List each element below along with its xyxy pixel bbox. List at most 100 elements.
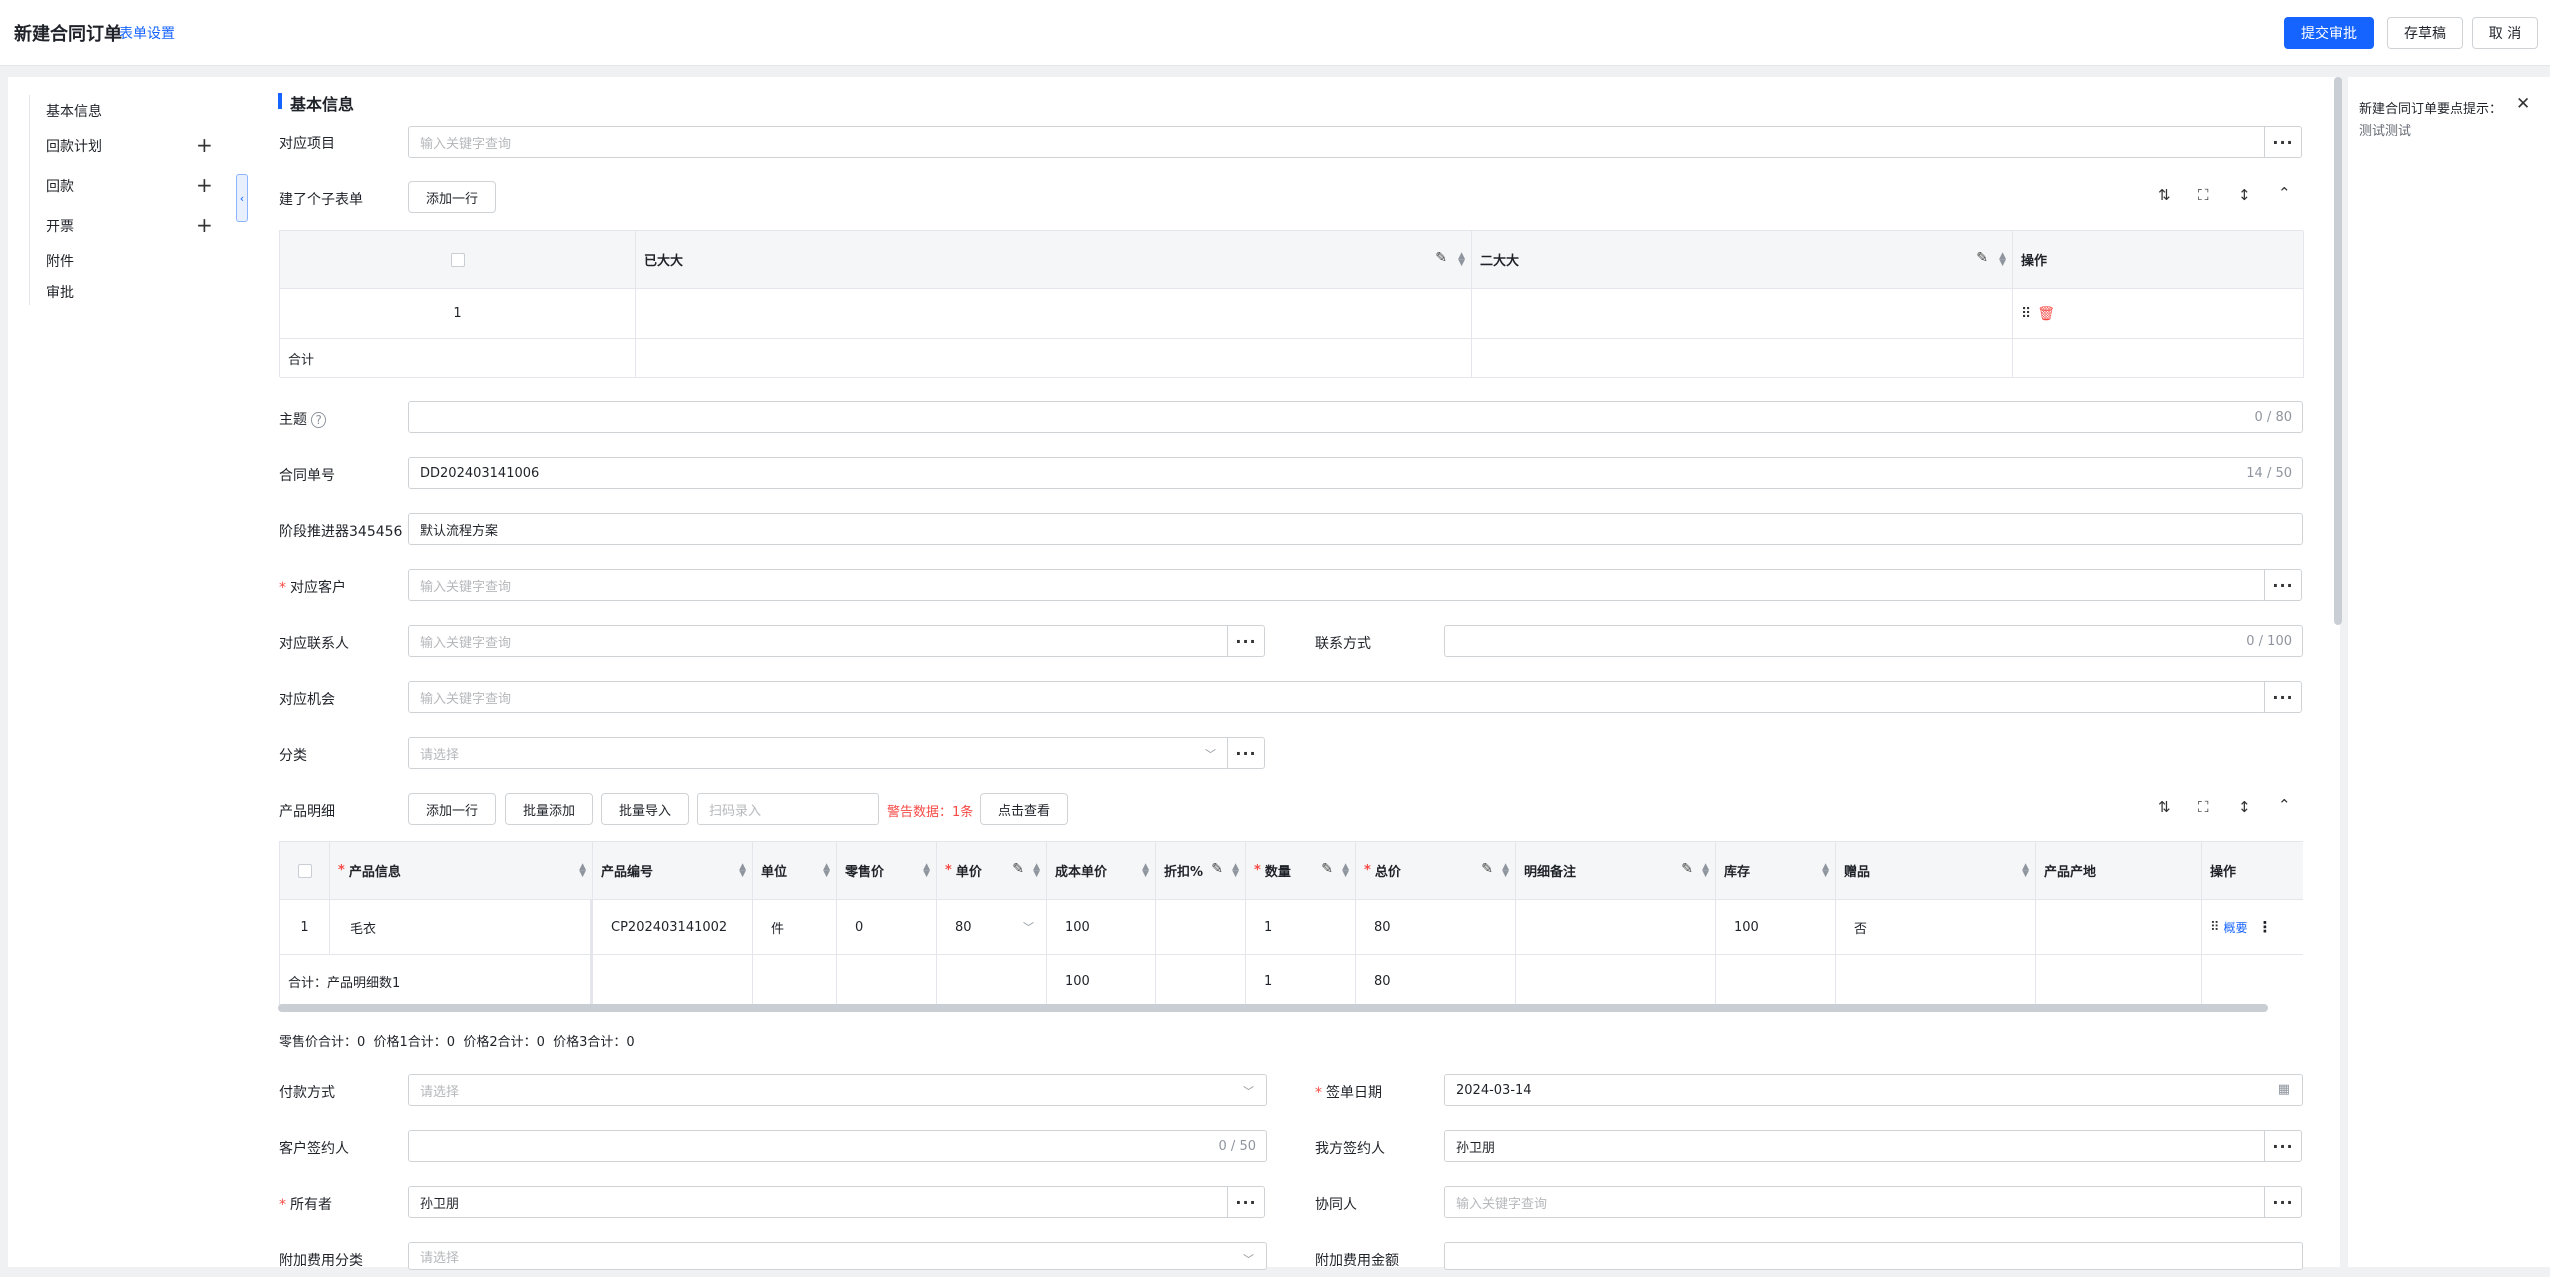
nav-item-invoice[interactable]: 开票 [46,216,74,236]
sort-icon[interactable]: ▲ ▼ [1999,251,2006,267]
edit-icon[interactable]: ✎ [1012,861,1024,877]
customer-input[interactable]: 输入关键字查询 [408,569,2266,601]
sort-icon[interactable]: ▲ ▼ [1142,862,1149,878]
sort-icon[interactable]: ▲ ▼ [739,862,746,878]
owner-input[interactable]: 孙卫朋 [408,1186,1229,1218]
fullscreen-icon[interactable]: ⛶ [2198,186,2209,204]
chevron-up-icon[interactable]: ⌃ [2278,796,2291,814]
nav-item-attachment[interactable]: 附件 [46,251,74,271]
table-cell[interactable] [1472,289,2013,339]
order-no-input[interactable]: DD202403141006 14 / 50 [408,457,2303,489]
row-height-icon[interactable]: ⇅ [2158,798,2171,816]
more-icon[interactable]: ··· [2264,126,2302,158]
fullscreen-icon[interactable]: ⛶ [2198,798,2209,816]
more-icon[interactable]: ··· [2264,569,2302,601]
close-icon[interactable]: ✕ [2516,94,2530,114]
stage-input[interactable]: 默认流程方案 [408,513,2303,545]
help-icon[interactable]: ? [311,412,326,428]
nav-item-approval[interactable]: 审批 [46,282,74,302]
product-name-cell[interactable]: 毛衣 [330,900,593,955]
chevron-up-icon[interactable]: ⌃ [2278,184,2291,202]
more-icon[interactable]: ··· [1227,625,1265,657]
page-title: 新建合同订单 [14,24,122,45]
sort-icon[interactable]: ▲ ▼ [2022,862,2029,878]
extra-fee-category-select[interactable]: 请选择 ﹀ [408,1242,1267,1270]
subject-input[interactable]: 0 / 80 [408,401,2303,433]
tip-body: 测试测试 [2359,124,2412,139]
sort-icon[interactable]: ▲ ▼ [1033,862,1040,878]
discount-cell[interactable] [1156,900,1246,955]
more-icon[interactable]: ··· [1227,737,1265,769]
category-select[interactable]: 请选择 ﹀ [408,737,1229,769]
sort-icon[interactable]: ▲ ▼ [1502,862,1509,878]
delete-icon[interactable]: 🗑 [2037,306,2055,322]
plus-icon[interactable]: + [196,135,213,155]
edit-icon[interactable]: ✎ [1435,250,1447,266]
unit-price-select[interactable]: 80 ﹀ [937,900,1047,955]
select-all-cell[interactable] [280,842,330,900]
collapse-nav-button[interactable]: ‹ [236,174,248,222]
sort-icon[interactable]: ▲ ▼ [1342,862,1349,878]
project-input[interactable]: 输入关键字查询 [408,126,2266,158]
row-height-icon[interactable]: ⇅ [2158,186,2171,204]
sort-icon[interactable]: ▲ ▼ [923,862,930,878]
product-add-row-button[interactable]: 添加一行 [408,793,496,825]
more-icon[interactable]: ··· [2264,1130,2302,1162]
opportunity-input[interactable]: 输入关键字查询 [408,681,2266,713]
drag-handle-icon[interactable]: ⠿ [2021,306,2031,322]
sort-icon[interactable]: ▲ ▼ [823,862,830,878]
contact-input[interactable]: 输入关键字查询 [408,625,1229,657]
form-settings-link[interactable]: 表单设置 [119,23,175,43]
sort-icon[interactable]: ▲ ▼ [1232,862,1239,878]
extra-fee-amount-input[interactable] [1444,1242,2303,1270]
our-signer-input[interactable]: 孙卫朋 [1444,1130,2266,1162]
expand-icon[interactable]: ↕ [2238,186,2251,204]
edit-icon[interactable]: ✎ [1481,861,1493,877]
plus-icon[interactable]: + [196,215,213,235]
plus-icon[interactable]: + [196,175,213,195]
checkbox[interactable] [450,252,465,267]
edit-icon[interactable]: ✎ [1976,250,1988,266]
view-warning-button[interactable]: 点击查看 [980,793,1068,825]
remark-cell[interactable] [1516,900,1716,955]
more-vertical-icon[interactable]: ⋮ [2258,918,2273,936]
edit-icon[interactable]: ✎ [1681,861,1693,877]
sort-icon[interactable]: ▲ ▼ [579,862,586,878]
checkbox[interactable] [297,863,312,878]
quantity-cell[interactable]: 1 [1246,900,1356,955]
nav-item-payment-plan[interactable]: 回款计划 [46,136,102,156]
nav-item-payment[interactable]: 回款 [46,176,74,196]
payment-select[interactable]: 请选择 ﹀ [408,1074,1267,1106]
batch-add-button[interactable]: 批量添加 [505,793,593,825]
customer-signer-input[interactable]: 0 / 50 [408,1130,1267,1162]
drag-handle-icon[interactable]: ⠿ [2210,920,2220,935]
section-nav [8,77,248,1267]
phone-input[interactable]: 0 / 100 [1444,625,2303,657]
table-horizontal-scrollbar[interactable] [278,1004,2268,1012]
sort-icon[interactable]: ▲ ▼ [1458,251,1465,267]
scan-input[interactable]: 扫码录入 [697,793,879,825]
more-icon[interactable]: ··· [2264,1186,2302,1218]
more-icon[interactable]: ··· [1227,1186,1265,1218]
nav-item-basic[interactable]: 基本信息 [46,101,102,121]
cancel-button[interactable]: 取 消 [2472,17,2538,49]
save-draft-button[interactable]: 存草稿 [2387,17,2463,49]
customer-label: * 对应客户 [279,580,346,596]
sort-icon[interactable]: ▲ ▼ [1822,862,1829,878]
column-header: * 总价 ✎ ▲ ▼ [1356,842,1516,900]
summary-link[interactable]: 概要 [2224,919,2248,936]
edit-icon[interactable]: ✎ [1211,861,1223,877]
subform-add-row-button[interactable]: 添加一行 [408,181,496,213]
batch-import-button[interactable]: 批量导入 [601,793,689,825]
submit-approval-button[interactable]: 提交审批 [2284,17,2374,49]
total-price-cell[interactable]: 80 [1356,900,1516,955]
edit-icon[interactable]: ✎ [1321,861,1333,877]
expand-icon[interactable]: ↕ [2238,798,2251,816]
select-all-cell[interactable] [280,231,636,289]
vertical-scrollbar[interactable] [2334,77,2342,625]
collaborator-input[interactable]: 输入关键字查询 [1444,1186,2266,1218]
sort-icon[interactable]: ▲ ▼ [1702,862,1709,878]
more-icon[interactable]: ··· [2264,681,2302,713]
sign-date-picker[interactable]: 2024-03-14 ▦ [1444,1074,2303,1106]
table-cell[interactable] [636,289,1472,339]
